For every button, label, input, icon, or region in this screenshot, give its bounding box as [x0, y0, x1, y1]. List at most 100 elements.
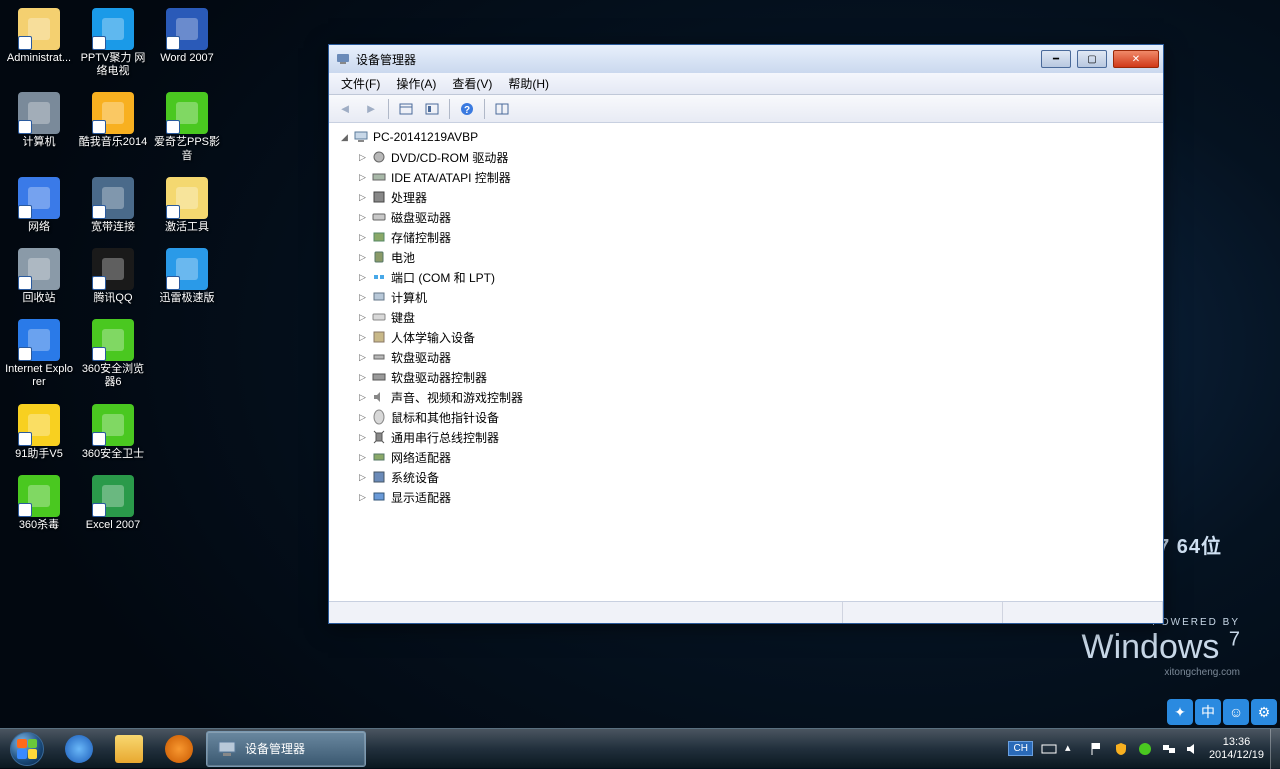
expand-icon[interactable]: ▷ [357, 432, 368, 443]
tree-node[interactable]: ▷ 存储控制器 [349, 227, 1161, 247]
menu-action[interactable]: 操作(A) [388, 73, 444, 94]
desktop-icon-thunder[interactable]: 迅雷极速版 [152, 248, 222, 305]
tray-clock[interactable]: 13:36 2014/12/19 [1209, 736, 1264, 760]
device-category-icon [371, 449, 387, 465]
expand-icon[interactable]: ▷ [357, 312, 368, 323]
expand-icon[interactable]: ▷ [357, 212, 368, 223]
expand-icon[interactable]: ▷ [357, 152, 368, 163]
pinned-media-player[interactable] [154, 730, 204, 768]
pinned-explorer[interactable] [104, 730, 154, 768]
tray-volume-icon[interactable] [1185, 741, 1201, 757]
tray-keyboard-icon[interactable] [1041, 741, 1057, 757]
tree-node[interactable]: ▷IDE ATA/ATAPI 控制器 [349, 167, 1161, 187]
desktop-icon-broadband[interactable]: 宽带连接 [78, 177, 148, 234]
expand-icon[interactable]: ▷ [357, 412, 368, 423]
device-category-icon [371, 489, 387, 505]
expand-icon[interactable]: ▷ [357, 332, 368, 343]
expand-icon[interactable]: ▷ [357, 292, 368, 303]
wmp-icon [165, 735, 193, 763]
start-button[interactable] [0, 729, 54, 769]
desktop-icon-pptv[interactable]: PPTV聚力 网络电视 [78, 8, 148, 78]
device-tree[interactable]: ◢ PC-20141219AVBP ▷DVD/CD-ROM 驱动器▷IDE AT… [329, 123, 1163, 601]
tree-node[interactable]: ▷计算机 [349, 287, 1161, 307]
tree-node[interactable]: ▷人体学输入设备 [349, 327, 1161, 347]
desktop-icon-ie[interactable]: Internet Explorer [4, 319, 74, 389]
tree-node[interactable]: ▷DVD/CD-ROM 驱动器 [349, 147, 1161, 167]
tree-node-label: 电池 [391, 249, 415, 266]
desktop-icon-excel2007[interactable]: Excel 2007 [78, 475, 148, 532]
expand-icon[interactable]: ▷ [357, 392, 368, 403]
desktop-icon-label: Word 2007 [160, 52, 214, 65]
pinned-ie[interactable] [54, 730, 104, 768]
close-button[interactable]: ✕ [1113, 50, 1159, 68]
expand-icon[interactable]: ▷ [357, 452, 368, 463]
expand-icon[interactable]: ▷ [357, 352, 368, 363]
widget-gear-icon[interactable]: ⚙ [1251, 699, 1277, 725]
tree-node[interactable]: ▷处理器 [349, 187, 1161, 207]
expand-icon[interactable]: ▷ [357, 272, 368, 283]
help-button[interactable]: ? [455, 97, 479, 121]
scan-button[interactable] [420, 97, 444, 121]
language-indicator[interactable]: CH [1008, 741, 1032, 756]
tree-node-label: 系统设备 [391, 469, 439, 486]
desktop-icon-computer[interactable]: 计算机 [4, 92, 74, 162]
desktop-icon-360-antivirus[interactable]: 360杀毒 [4, 475, 74, 532]
tree-node[interactable]: ▷网络适配器 [349, 447, 1161, 467]
desktop-icon-360-safe[interactable]: 360安全卫士 [78, 404, 148, 461]
widget-ime-icon[interactable]: 中 [1195, 699, 1221, 725]
tree-node[interactable]: ▷ 端口 (COM 和 LPT) [349, 267, 1161, 287]
tree-node[interactable]: ▷磁盘驱动器 [349, 207, 1161, 227]
expand-icon[interactable]: ▷ [357, 472, 368, 483]
expand-icon[interactable]: ▷ [357, 192, 368, 203]
tray-flag-icon[interactable] [1089, 741, 1105, 757]
menu-view[interactable]: 查看(V) [444, 73, 500, 94]
taskbar-task-device-manager[interactable]: 设备管理器 [206, 731, 366, 767]
titlebar[interactable]: 设备管理器 ━ ▢ ✕ [329, 45, 1163, 73]
show-hidden-button[interactable] [394, 97, 418, 121]
expand-icon[interactable]: ▷ [357, 492, 368, 503]
tree-node[interactable]: ▷鼠标和其他指针设备 [349, 407, 1161, 427]
show-desktop-button[interactable] [1270, 729, 1280, 769]
tree-node-label: 软盘驱动器 [391, 349, 451, 366]
desktop-icon-label: 360安全卫士 [82, 448, 144, 461]
desktop-icon-administrator[interactable]: Administrat... [4, 8, 74, 78]
collapse-icon[interactable]: ◢ [339, 132, 350, 143]
desktop-icon-activation-tool[interactable]: 激活工具 [152, 177, 222, 234]
desktop-icon-word2007[interactable]: Word 2007 [152, 8, 222, 78]
maximize-button[interactable]: ▢ [1077, 50, 1107, 68]
desktop-icon-recycle-bin[interactable]: 回收站 [4, 248, 74, 305]
tree-node-label: 声音、视频和游戏控制器 [391, 389, 523, 406]
minimize-button[interactable]: ━ [1041, 50, 1071, 68]
tree-node-label: 端口 (COM 和 LPT) [391, 269, 495, 286]
desktop-icon-network[interactable]: 网络 [4, 177, 74, 234]
desktop-icon-tencent-qq[interactable]: 腾讯QQ [78, 248, 148, 305]
tree-node[interactable]: ▷ 声音、视频和游戏控制器 [349, 387, 1161, 407]
desktop-icon-360-browser[interactable]: 360安全浏览器6 [78, 319, 148, 389]
360-safe-icon [92, 404, 134, 446]
desktop-icon-iqiyi-pps[interactable]: 爱奇艺PPS影音 [152, 92, 222, 162]
desktop-icon-kuwo[interactable]: 酷我音乐2014 [78, 92, 148, 162]
tree-node[interactable]: ▷ 系统设备 [349, 467, 1161, 487]
tree-node[interactable]: ▷显示适配器 [349, 487, 1161, 507]
expand-icon[interactable]: ▷ [357, 372, 368, 383]
tray-chevron-icon[interactable]: ▴ [1065, 741, 1081, 757]
expand-icon[interactable]: ▷ [357, 172, 368, 183]
tree-node[interactable]: ▷ 软盘驱动器 [349, 347, 1161, 367]
tree-node-label: 存储控制器 [391, 229, 451, 246]
tree-root[interactable]: ◢ PC-20141219AVBP [331, 127, 1161, 147]
widget-smiley-icon[interactable]: ☺ [1223, 699, 1249, 725]
expand-icon[interactable]: ▷ [357, 232, 368, 243]
tray-360-icon[interactable] [1137, 741, 1153, 757]
details-button[interactable] [490, 97, 514, 121]
expand-icon[interactable]: ▷ [357, 252, 368, 263]
menu-file[interactable]: 文件(F) [333, 73, 388, 94]
tree-node[interactable]: ▷ 电池 [349, 247, 1161, 267]
tray-network-icon[interactable] [1161, 741, 1177, 757]
tree-node[interactable]: ▷软盘驱动器控制器 [349, 367, 1161, 387]
menu-help[interactable]: 帮助(H) [500, 73, 557, 94]
desktop-icon-91-helper[interactable]: 91助手V5 [4, 404, 74, 461]
tree-node[interactable]: ▷键盘 [349, 307, 1161, 327]
tree-node[interactable]: ▷通用串行总线控制器 [349, 427, 1161, 447]
widget-paw-icon[interactable]: ✦ [1167, 699, 1193, 725]
tray-shield-icon[interactable] [1113, 741, 1129, 757]
